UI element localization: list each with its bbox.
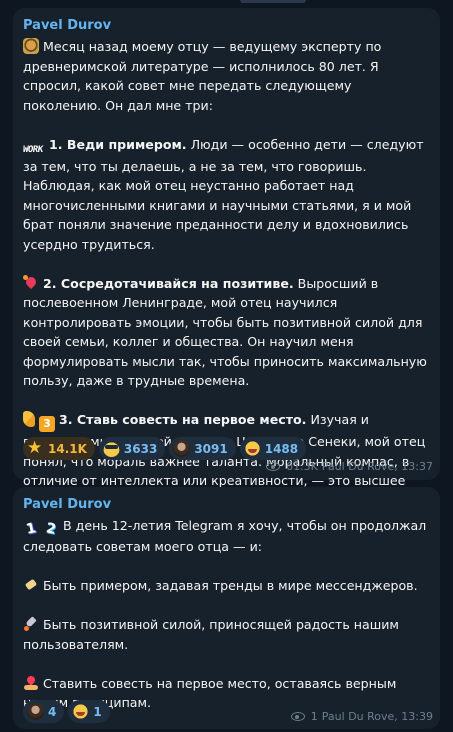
reaction-laugh[interactable]: 1488: [239, 437, 307, 460]
reaction-cool[interactable]: 3633: [98, 437, 166, 460]
reaction-count: 3633: [123, 441, 158, 456]
goal-point: Быть позитивной силой, приносящей радост…: [23, 615, 430, 654]
goal-text: Быть примером, задавая тренды в мире мес…: [43, 578, 418, 593]
post-meta: 61.3K Paul Du Rove, 13:37: [266, 460, 433, 473]
classical-bust-icon: [23, 38, 39, 54]
reaction-avatar[interactable]: 3091: [169, 437, 236, 460]
post-meta: 1 Paul Du Rove, 13:39: [290, 710, 433, 723]
hearts-icon: [23, 274, 39, 291]
post-body: 12В день 12-летия Telegram я хочу, чтобы…: [23, 516, 430, 713]
heart-hands-icon: [23, 675, 39, 691]
work-icon: WORK: [22, 144, 44, 155]
reaction-count: 4: [48, 704, 57, 719]
advice-text: Выросший в послевоенном Ленинграде, мой …: [23, 275, 427, 389]
avatar-sticker-icon: [27, 703, 44, 720]
number-one-icon: 1: [24, 520, 38, 538]
post-signature: Paul Du Rove, 13:39: [321, 710, 433, 723]
goal-text: Быть позитивной силой, приносящей радост…: [23, 617, 399, 652]
number-two-icon: 2: [44, 520, 58, 538]
reaction-avatar[interactable]: 4: [23, 700, 65, 723]
reaction-count: 3091: [194, 441, 228, 456]
post-intro: 12В день 12-летия Telegram я хочу, чтобы…: [23, 516, 430, 557]
advice-title: 2. Сосредотачивайся на позитиве.: [43, 275, 294, 291]
avatar-sticker-icon: [173, 440, 191, 457]
reaction-star[interactable]: 14.1K: [23, 437, 95, 460]
laughing-face-icon: [72, 703, 90, 720]
number-three-icon: 3: [39, 416, 55, 432]
laughing-face-icon: [243, 440, 261, 457]
intro-text: Месяц назад моему отцу — ведущему экспер…: [23, 39, 382, 113]
view-count: 1: [310, 710, 318, 723]
advice-point: WORK 1. Веди примером. Люди — особенно де…: [22, 135, 430, 255]
eye-icon: [290, 712, 305, 721]
reaction-laugh[interactable]: 1: [68, 700, 110, 723]
intro-text: В день 12-летия Telegram я хочу, чтобы о…: [23, 518, 427, 554]
scroll-pill: [240, 0, 306, 3]
pointing-hand-icon: [23, 411, 35, 427]
top-scroll-indicator: [0, 0, 453, 4]
reaction-count: 14.1K: [48, 441, 87, 456]
eye-icon: [266, 462, 281, 471]
crayon-icon: [23, 577, 39, 593]
advice-point: 2. Сосредотачивайся на позитиве. Выросши…: [23, 274, 430, 391]
advice-title: 3. Ставь совесть на первое место.: [59, 412, 307, 427]
post-signature: Paul Du Rove, 13:37: [321, 460, 433, 473]
reaction-count: 1488: [264, 441, 299, 456]
goal-point: Быть примером, задавая тренды в мире мес…: [23, 576, 430, 596]
reaction-count: 1: [93, 704, 102, 719]
cool-face-icon: [102, 440, 120, 457]
rocket-icon: [23, 616, 39, 632]
post-author[interactable]: Pavel Durov: [23, 17, 430, 35]
advice-title: 1. Веди примером.: [49, 136, 187, 152]
view-count: 61.3K: [286, 460, 318, 473]
advice-text: Люди — особенно дети — следуют за тем, ч…: [23, 136, 424, 252]
reactions-bar: 4 1: [23, 700, 110, 723]
reactions-bar: 14.1K 3633 3091 1488: [23, 437, 307, 460]
post-intro: Месяц назад моему отцу — ведущему экспер…: [23, 37, 430, 115]
channel-post[interactable]: Pavel Durov 12В день 12-летия Telegram я…: [13, 487, 440, 729]
post-author[interactable]: Pavel Durov: [23, 496, 430, 514]
channel-post[interactable]: Pavel Durov Месяц назад моему отцу — вед…: [13, 8, 440, 527]
star-icon: [27, 438, 44, 458]
